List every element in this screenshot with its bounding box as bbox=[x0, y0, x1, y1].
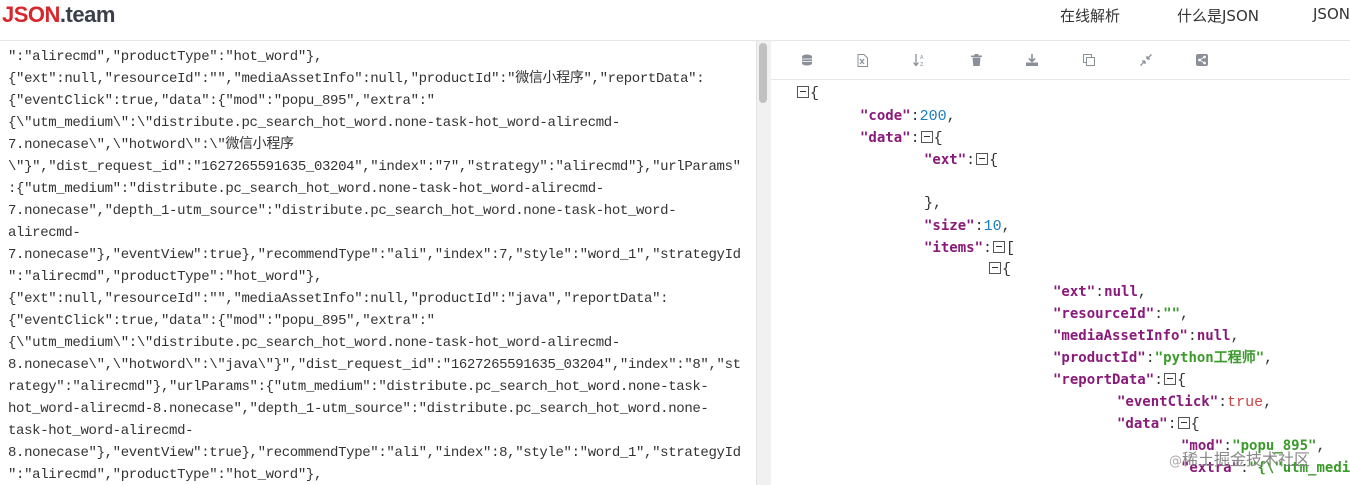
watermark-at: @ bbox=[1169, 454, 1182, 469]
svg-text:Z: Z bbox=[920, 62, 924, 67]
nav-json[interactable]: JSON bbox=[1313, 5, 1350, 23]
brace: { bbox=[810, 85, 820, 102]
tree-line-item-ext: "ext":null, bbox=[1053, 284, 1147, 301]
watermark: @稀土掘金技术社区 bbox=[1169, 446, 1310, 470]
tree-line-ext: "ext":{ bbox=[924, 152, 999, 169]
json-key: "resourceId" bbox=[1053, 306, 1155, 322]
tree-line-size: "size":10, bbox=[924, 218, 1011, 235]
brace: }, bbox=[924, 195, 943, 212]
collapse-toggle-icon[interactable] bbox=[989, 262, 1001, 274]
tree-line-data: "data":{ bbox=[860, 130, 943, 147]
editor-line[interactable]: {"ext":null,"resourceId":"","mediaAssetI… bbox=[8, 288, 748, 310]
tree-line-code: "code":200, bbox=[860, 108, 956, 125]
logo-json-text: JSON bbox=[2, 2, 60, 27]
tree-line-resourceId: "resourceId":"", bbox=[1053, 306, 1190, 323]
tree-root-line: { bbox=[796, 83, 819, 105]
collapse-toggle-icon[interactable] bbox=[1177, 417, 1190, 429]
json-number: 200 bbox=[919, 108, 947, 125]
collapse-toggle-icon[interactable] bbox=[993, 241, 1006, 253]
editor-line[interactable]: 7.nonecase"},"eventView":true},"recommen… bbox=[8, 244, 748, 266]
json-key: "eventClick" bbox=[1117, 394, 1219, 410]
json-key: "items" bbox=[924, 240, 984, 256]
json-key: "size" bbox=[924, 218, 975, 234]
json-string: "" bbox=[1163, 306, 1181, 322]
editor-line[interactable]: hot_word-alirecmd-8.nonecase","depth_1-u… bbox=[8, 398, 748, 420]
editor-line[interactable]: 8.nonecase"},"eventView":true},"recommen… bbox=[8, 442, 748, 464]
compress-icon[interactable] bbox=[1138, 52, 1154, 68]
svg-text:A: A bbox=[920, 55, 924, 61]
tree-line-eventClick: "eventClick":true, bbox=[1117, 394, 1273, 411]
editor-line[interactable]: 7.nonecase\",\"hotword\":\"微信小程序 bbox=[8, 134, 748, 156]
watermark-text: 稀土掘金技术社区 bbox=[1182, 450, 1311, 469]
json-string: "python工程师" bbox=[1154, 350, 1265, 366]
editor-line[interactable]: {"ext":null,"resourceId":"","mediaAssetI… bbox=[8, 68, 748, 90]
json-tree: { "code":200, "data":{ "ext":{ }, "size"… bbox=[771, 81, 1350, 485]
json-key: "ext" bbox=[924, 152, 967, 168]
tree-line-item-open: { bbox=[988, 259, 1011, 281]
json-key: "data" bbox=[860, 130, 911, 146]
tree-line-productId: "productId":"python工程师", bbox=[1053, 350, 1274, 367]
editor-line[interactable]: \"}","dist_request_id":"1627265591635_03… bbox=[8, 156, 748, 178]
editor-line[interactable]: rategy":"alirecmd"},"urlParams":{"utm_me… bbox=[8, 376, 748, 398]
editor-line[interactable]: alirecmd- bbox=[8, 222, 748, 244]
excel-icon[interactable] bbox=[854, 52, 870, 68]
copy-icon[interactable] bbox=[1081, 52, 1097, 68]
json-key: "productId" bbox=[1053, 350, 1146, 366]
share-icon[interactable] bbox=[1194, 52, 1210, 68]
editor-line[interactable]: {\"utm_medium\":\"distribute.pc_search_h… bbox=[8, 112, 748, 134]
json-input-editor[interactable]: ":"alirecmd","productType":"hot_word"},{… bbox=[0, 41, 756, 485]
editor-scrollbar[interactable] bbox=[756, 41, 771, 485]
collapse-toggle-icon[interactable] bbox=[920, 131, 933, 143]
site-logo[interactable]: JSON.team bbox=[2, 2, 115, 28]
json-key: "mediaAssetInfo" bbox=[1053, 328, 1188, 344]
tree-line-rd-data: "data":{ bbox=[1117, 416, 1200, 433]
json-boolean: true bbox=[1227, 394, 1264, 411]
top-header: JSON.team 在线解析 什么是JSON JSON bbox=[0, 0, 1350, 41]
editor-scrollbar-thumb[interactable] bbox=[759, 43, 767, 103]
editor-line[interactable]: 7.nonecase","depth_1-utm_source":"distri… bbox=[8, 200, 748, 222]
json-key: "data" bbox=[1117, 416, 1168, 432]
json-key: "ext" bbox=[1053, 284, 1096, 300]
editor-line[interactable]: :{"utm_medium":"distribute.pc_search_hot… bbox=[8, 178, 748, 200]
json-null: null bbox=[1104, 284, 1138, 300]
nav-what-is-json[interactable]: 什么是JSON bbox=[1177, 5, 1259, 26]
editor-line[interactable]: 8.nonecase\",\"hotword\":\"java\"}","dis… bbox=[8, 354, 748, 376]
download-icon[interactable] bbox=[1024, 52, 1040, 68]
tree-line-items: "items":[ bbox=[924, 240, 1016, 257]
json-number: 10 bbox=[983, 218, 1002, 235]
collapse-toggle-icon[interactable] bbox=[1164, 373, 1177, 385]
editor-line[interactable]: {\"utm_medium\":\"distribute.pc_search_h… bbox=[8, 332, 748, 354]
editor-line[interactable]: ":"alirecmd","productType":"hot_word"}, bbox=[8, 464, 748, 485]
editor-line[interactable]: ":"alirecmd","productType":"hot_word"}, bbox=[8, 266, 748, 288]
editor-text[interactable]: ":"alirecmd","productType":"hot_word"},{… bbox=[8, 46, 748, 485]
editor-line[interactable]: {"eventClick":true,"data":{"mod":"popu_8… bbox=[8, 310, 748, 332]
collapse-toggle-icon[interactable] bbox=[976, 153, 989, 165]
editor-line[interactable]: {"eventClick":true,"data":{"mod":"popu_8… bbox=[8, 90, 748, 112]
editor-line[interactable]: task-hot_word-alirecmd- bbox=[8, 420, 748, 442]
tree-line-mediaAssetInfo: "mediaAssetInfo":null, bbox=[1053, 328, 1240, 345]
tree-toolbar: AZ bbox=[771, 41, 1350, 80]
json-null: null bbox=[1196, 328, 1231, 344]
tree-line-reportData: "reportData":{ bbox=[1053, 372, 1187, 389]
json-key: "code" bbox=[860, 108, 911, 124]
trash-icon[interactable] bbox=[968, 52, 984, 68]
collapse-toggle-icon[interactable] bbox=[797, 86, 809, 98]
sort-icon[interactable]: AZ bbox=[911, 52, 927, 68]
json-tree-panel: AZ { "code":200, "data":{ "ext":{}, "si… bbox=[771, 41, 1350, 485]
database-icon[interactable] bbox=[799, 52, 815, 68]
editor-line[interactable]: ":"alirecmd","productType":"hot_word"}, bbox=[8, 46, 748, 68]
json-key: "reportData" bbox=[1053, 372, 1155, 388]
tree-line-ext-close: }, bbox=[924, 193, 942, 215]
logo-team-text: .team bbox=[59, 2, 115, 27]
nav-online-parse[interactable]: 在线解析 bbox=[1060, 5, 1120, 26]
